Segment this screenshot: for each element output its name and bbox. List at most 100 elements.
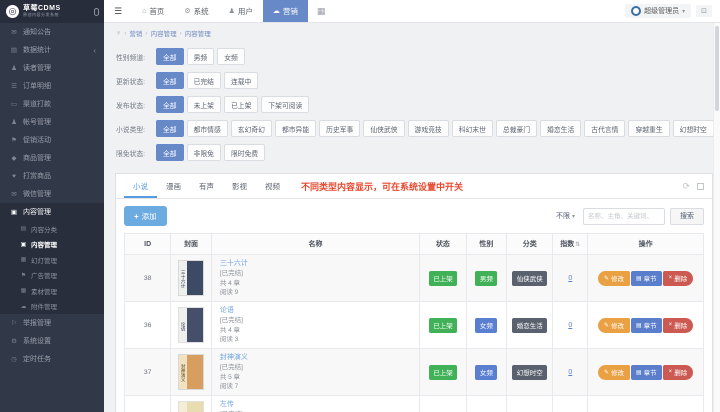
hamburger-icon[interactable]: ☰ (104, 6, 132, 17)
nav-item-用户[interactable]: ♟用户 (219, 0, 263, 22)
sidebar-item-促销活动[interactable]: ⚑促销活动 (0, 131, 104, 149)
filter-option-非限免[interactable]: 非限免 (187, 144, 221, 161)
delete-button[interactable]: ×删除 (663, 318, 693, 333)
search-button[interactable]: 搜索 (670, 208, 704, 225)
sidebar-item-举报管理[interactable]: ⚐举报管理 (0, 314, 104, 332)
filter-option-全部[interactable]: 全部 (156, 48, 184, 65)
book-icon: ▣ (20, 241, 27, 248)
filter-option-婚恋生活[interactable]: 婚恋生活 (540, 120, 581, 137)
tab-影视[interactable]: 影视 (223, 174, 256, 198)
sidebar-item-打赏商品[interactable]: ♥打赏商品 (0, 167, 104, 185)
delete-button[interactable]: ×删除 (663, 271, 693, 286)
sidebar-item-内容管理[interactable]: ▣内容管理 (0, 203, 104, 221)
sidebar-item-数据统计[interactable]: ▤数据统计‹ (0, 41, 104, 59)
tab-视频[interactable]: 视频 (256, 174, 289, 198)
nav-item-系统[interactable]: ⚙系统 (174, 0, 218, 22)
sidebar-item-渠道打款[interactable]: ▭渠道打款 (0, 95, 104, 113)
tab-漫画[interactable]: 漫画 (157, 174, 190, 198)
index-link[interactable]: 0 (568, 275, 572, 282)
cell-actions: ✎修改▤章节×删除 (588, 349, 704, 396)
filter-option-古代言情[interactable]: 古代言情 (584, 120, 625, 137)
filter-option-全部[interactable]: 全部 (156, 96, 184, 113)
logo-badge-icon (94, 8, 99, 16)
app-logo[interactable]: ◎ 草莓CDMS 原创内容分发系统 (0, 0, 104, 23)
filter-option-玄幻奇幻[interactable]: 玄幻奇幻 (231, 120, 272, 137)
search-scope-dropdown[interactable]: 不限 ▾ (553, 211, 578, 221)
edit-button[interactable]: ✎修改 (598, 318, 629, 333)
chapter-button[interactable]: ▤章节 (631, 318, 663, 333)
chapter-button[interactable]: ▤章节 (631, 365, 663, 380)
filter-option-连载中[interactable]: 连载中 (224, 72, 258, 89)
sidebar-subitem-内容分类[interactable]: ▤内容分类 (0, 221, 104, 237)
filter-option-历史军事[interactable]: 历史军事 (319, 120, 360, 137)
filter-option-都市情感[interactable]: 都市情感 (187, 120, 228, 137)
cell-index: 0 (553, 349, 588, 396)
search-input[interactable] (583, 208, 665, 225)
tab-小说[interactable]: 小说 (124, 174, 157, 198)
sidebar-group-内容管理: ▣内容管理▤内容分类▣内容管理▦幻灯管理⚑广告管理▦素材管理☁附件管理 (0, 203, 104, 314)
filter-option-限时免费[interactable]: 限时免费 (224, 144, 265, 161)
column-header-指数[interactable]: 指数⇅ (553, 234, 588, 255)
sidebar-subitem-广告管理[interactable]: ⚑广告管理 (0, 268, 104, 284)
nav-item-营销[interactable]: ☁营销 (263, 0, 308, 22)
filter-row-发布状态: 发布状态:全部未上架已上架下架可阅读 (116, 96, 705, 113)
sidebar-item-商品管理[interactable]: ◆商品管理 (0, 149, 104, 167)
sidebar-item-label: 读者管理 (23, 63, 51, 73)
filter-option-全部[interactable]: 全部 (156, 144, 184, 161)
add-button[interactable]: + 添加 (124, 206, 167, 226)
breadcrumb-link-内容管理[interactable]: 内容管理 (185, 28, 211, 38)
delete-button[interactable]: ×删除 (663, 365, 693, 380)
sidebar-item-微信管理[interactable]: ✉微信管理 (0, 185, 104, 203)
book-chapter-count: 共 4 章 (220, 279, 417, 289)
filter-option-女频[interactable]: 女频 (217, 48, 245, 65)
filter-option-下架可阅读[interactable]: 下架可阅读 (261, 96, 309, 113)
edit-button[interactable]: ✎修改 (598, 271, 629, 286)
filter-option-科幻末世[interactable]: 科幻末世 (452, 120, 493, 137)
tab-有声[interactable]: 有声 (190, 174, 223, 198)
logout-button[interactable]: ⊡ (696, 5, 712, 17)
refresh-icon[interactable]: ⟳ (682, 181, 690, 192)
filter-option-已上架[interactable]: 已上架 (224, 96, 258, 113)
filter-option-总裁豪门[interactable]: 总裁豪门 (496, 120, 537, 137)
book-title-link[interactable]: 封神演义 (220, 352, 417, 362)
book-title-link[interactable]: 左传 (220, 399, 417, 409)
filter-option-男频[interactable]: 男频 (187, 48, 215, 65)
content-panel: 小说漫画有声影视视频 不同类型内容显示，可在系统设置中开关 ⟳ + 添加 不限 … (115, 173, 713, 412)
filter-option-仙侠武侠[interactable]: 仙侠武侠 (363, 120, 404, 137)
sidebar-subitem-幻灯管理[interactable]: ▦幻灯管理 (0, 252, 104, 268)
sidebar-item-读者管理[interactable]: ♟读者管理 (0, 59, 104, 77)
index-link[interactable]: 0 (568, 369, 572, 376)
sidebar-subitem-内容管理[interactable]: ▣内容管理 (0, 237, 104, 253)
chapter-button[interactable]: ▤章节 (631, 271, 663, 286)
edit-button[interactable]: ✎修改 (598, 365, 629, 380)
sidebar-item-定时任务[interactable]: ◷定时任务 (0, 350, 104, 368)
filter-option-已完结[interactable]: 已完结 (187, 72, 221, 89)
sidebar-subitem-附件管理[interactable]: ☁附件管理 (0, 299, 104, 315)
book-title-link[interactable]: 论语 (220, 305, 417, 315)
filter-option-全部[interactable]: 全部 (156, 72, 184, 89)
sidebar-subitem-素材管理[interactable]: ▦素材管理 (0, 283, 104, 299)
user-menu[interactable]: 超级管理员 ▾ (625, 4, 691, 18)
book-title-link[interactable]: 三十六计 (220, 258, 417, 268)
sidebar-item-帐号管理[interactable]: ♟帐号管理 (0, 113, 104, 131)
scrollbar-thumb[interactable] (715, 26, 719, 111)
filter-option-游戏竞技[interactable]: 游戏竞技 (408, 120, 449, 137)
breadcrumb-link-营销[interactable]: 营销 (129, 28, 142, 38)
index-link[interactable]: 0 (568, 322, 572, 329)
fullscreen-icon[interactable] (697, 183, 704, 190)
grid-menu-icon[interactable]: ▦ (308, 6, 335, 17)
sidebar-item-订单明细[interactable]: ☰订单明细 (0, 77, 104, 95)
filter-option-穿越重生[interactable]: 穿越重生 (628, 120, 669, 137)
vertical-scrollbar[interactable] (713, 23, 720, 412)
sidebar-item-通知公告[interactable]: ✉通知公告 (0, 23, 104, 41)
chapter-button-label: 章节 (644, 320, 657, 330)
filter-option-全部[interactable]: 全部 (156, 120, 184, 137)
breadcrumb-link-内容管理[interactable]: 内容管理 (151, 28, 177, 38)
publish-status-badge: 已上架 (429, 271, 458, 286)
filter-option-幻想时空[interactable]: 幻想时空 (673, 120, 714, 137)
sidebar-item-系统设置[interactable]: ⚙系统设置 (0, 332, 104, 350)
filter-option-未上架[interactable]: 未上架 (187, 96, 221, 113)
nav-item-首页[interactable]: ⌂首页 (132, 0, 174, 22)
filter-option-都市异能[interactable]: 都市异能 (275, 120, 316, 137)
book-cover-image: 封神演义 (179, 355, 203, 389)
